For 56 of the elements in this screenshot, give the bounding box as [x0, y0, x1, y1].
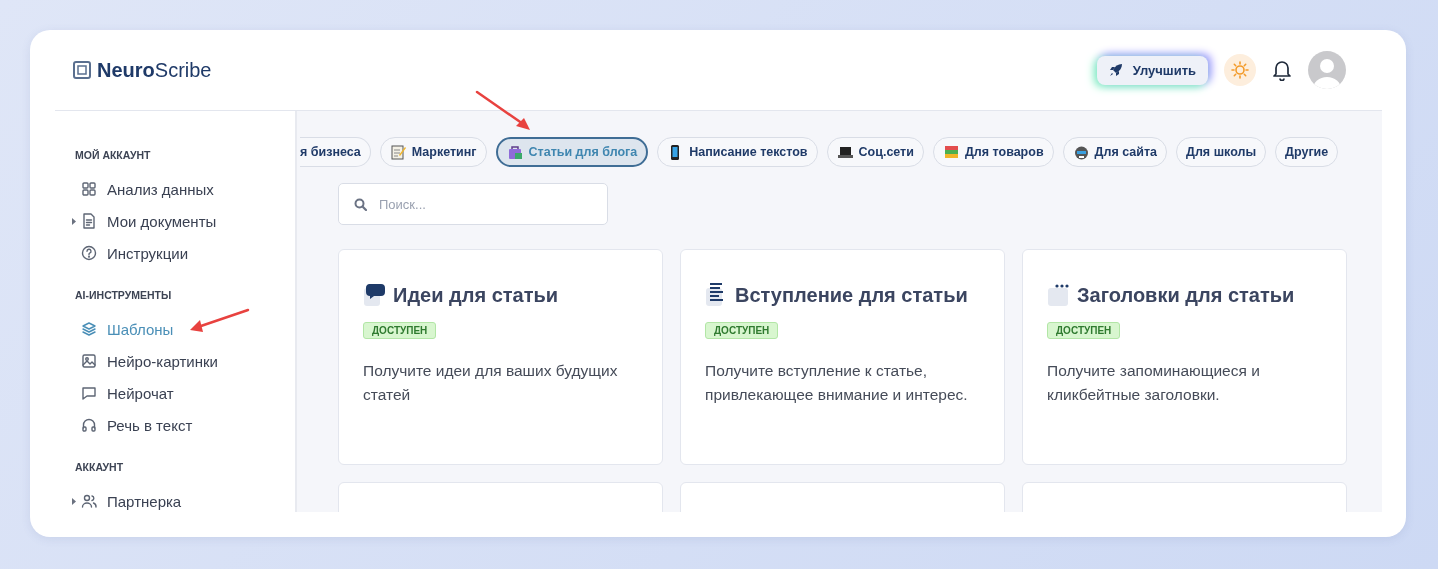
status-badge: ДОСТУПЕН — [705, 322, 779, 339]
template-card[interactable]: Идеи для статьи ДОСТУПЕН Получите идеи для ваших будущих статей — [338, 249, 663, 465]
window-dots-icon — [1047, 282, 1071, 308]
caret-icon[interactable] — [72, 218, 76, 225]
logo-icon — [73, 61, 91, 79]
sidebar-item[interactable]: Мои документы — [75, 205, 217, 237]
sidebar-item[interactable]: Речь в текст — [75, 409, 193, 441]
grid-icon — [81, 181, 97, 197]
notifications-icon[interactable] — [1272, 59, 1292, 81]
card-title: Заголовки для статьи — [1077, 283, 1295, 307]
sidebar-item[interactable]: Инструкции — [75, 237, 189, 269]
theme-toggle-button[interactable] — [1224, 54, 1256, 86]
status-badge: ДОСТУПЕН — [363, 322, 437, 339]
sidebar-item[interactable]: Нейро-картинки — [75, 345, 218, 377]
sidebar-item[interactable]: Нейрочат — [75, 377, 174, 409]
image-icon — [81, 353, 97, 369]
template-card[interactable]: Вступление для статьи ДОСТУПЕН Получите вступление к статье, привлекающее внимание и интерес. — [680, 249, 1005, 465]
notepad-icon — [389, 143, 407, 161]
search-icon — [354, 198, 367, 211]
category-tab[interactable]: Другие — [1275, 137, 1339, 167]
status-badge: ДОСТУПЕН — [1047, 322, 1121, 339]
caret-icon[interactable] — [72, 498, 76, 505]
category-tab[interactable]: Для сайта — [1062, 137, 1167, 167]
card-description: Получите вступление к статье, привлекающее внимание и интерес. — [705, 361, 969, 405]
card-title: Идеи для статьи — [393, 283, 559, 307]
category-tab[interactable]: Соц.сети — [826, 137, 924, 167]
category-tab[interactable]: Для школы — [1176, 137, 1267, 167]
rocket-icon — [1108, 63, 1123, 77]
sidebar-item[interactable]: Шаблоны — [75, 313, 174, 345]
sun-icon — [1231, 61, 1249, 79]
sidebar-item[interactable]: Партнерка — [75, 485, 182, 512]
logo-text[interactable]: NeuroScribe — [97, 58, 212, 82]
search-field[interactable]: Поиск... — [338, 183, 608, 225]
headphones-icon — [81, 417, 97, 433]
upgrade-button[interactable]: Улучшить — [1096, 55, 1208, 85]
section-title: AI-ИНСТРУМЕНТЫ — [75, 289, 173, 301]
category-tab[interactable]: Написание текстов — [657, 137, 818, 167]
help-icon — [81, 245, 97, 261]
category-tab[interactable]: Для товаров — [932, 137, 1054, 167]
category-tab[interactable]: Маркетинг — [379, 137, 487, 167]
section-title: МОЙ АККАУНТ — [75, 149, 152, 161]
speech-bubble-icon — [363, 282, 387, 308]
card-description: Получите запоминающиеся и кликбейтные заголовки. — [1047, 361, 1261, 405]
books-icon — [942, 143, 960, 161]
document-icon — [81, 213, 97, 229]
template-card[interactable]: Заголовки для статьи ДОСТУПЕН Получите запоминающиеся и кликбейтные заголовки. — [1022, 249, 1347, 465]
category-tab[interactable]: я бизнеса — [300, 137, 371, 167]
shopping-bag-icon — [506, 143, 524, 161]
card-description: Получите идеи для ваших будущих статей — [363, 361, 619, 405]
chat-icon — [81, 385, 97, 401]
people-icon — [81, 493, 97, 509]
layers-icon — [81, 321, 97, 337]
sidebar-item[interactable]: Анализ данных — [75, 173, 214, 205]
avatar[interactable] — [1308, 51, 1346, 89]
card-title: Вступление для статьи — [735, 283, 968, 307]
section-title: АККАУНТ — [75, 461, 125, 473]
